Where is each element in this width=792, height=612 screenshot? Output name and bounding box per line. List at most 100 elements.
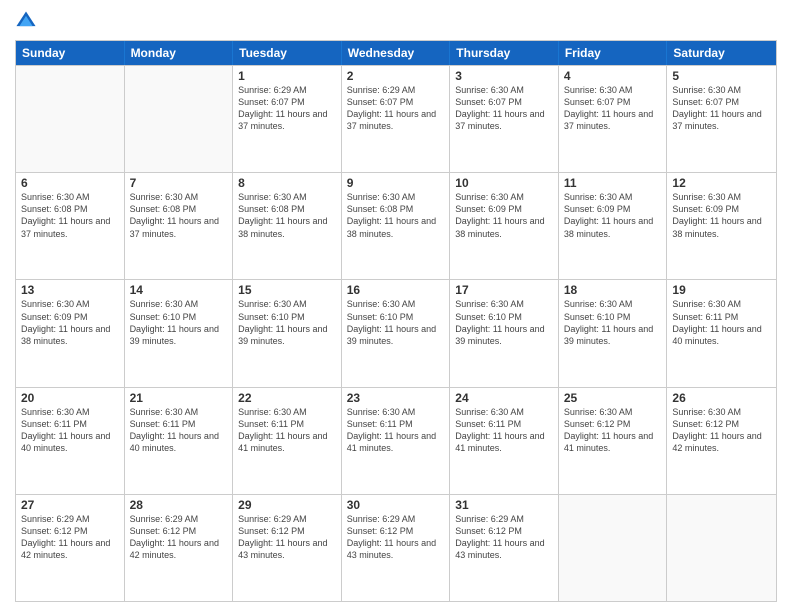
cell-info: Sunrise: 6:30 AM Sunset: 6:10 PM Dayligh… — [347, 298, 445, 347]
day-number: 28 — [130, 498, 228, 512]
calendar-cell — [125, 66, 234, 172]
day-of-week-header: Sunday — [16, 41, 125, 65]
calendar-cell: 1Sunrise: 6:29 AM Sunset: 6:07 PM Daylig… — [233, 66, 342, 172]
day-number: 12 — [672, 176, 771, 190]
calendar-cell: 12Sunrise: 6:30 AM Sunset: 6:09 PM Dayli… — [667, 173, 776, 279]
day-of-week-header: Tuesday — [233, 41, 342, 65]
cell-info: Sunrise: 6:30 AM Sunset: 6:11 PM Dayligh… — [130, 406, 228, 455]
day-number: 29 — [238, 498, 336, 512]
day-number: 16 — [347, 283, 445, 297]
calendar-cell: 8Sunrise: 6:30 AM Sunset: 6:08 PM Daylig… — [233, 173, 342, 279]
day-number: 23 — [347, 391, 445, 405]
day-number: 15 — [238, 283, 336, 297]
day-number: 8 — [238, 176, 336, 190]
calendar-week-row: 1Sunrise: 6:29 AM Sunset: 6:07 PM Daylig… — [16, 65, 776, 172]
calendar-cell: 14Sunrise: 6:30 AM Sunset: 6:10 PM Dayli… — [125, 280, 234, 386]
calendar-cell — [559, 495, 668, 601]
cell-info: Sunrise: 6:30 AM Sunset: 6:09 PM Dayligh… — [21, 298, 119, 347]
day-number: 25 — [564, 391, 662, 405]
calendar-cell: 29Sunrise: 6:29 AM Sunset: 6:12 PM Dayli… — [233, 495, 342, 601]
calendar: SundayMondayTuesdayWednesdayThursdayFrid… — [15, 40, 777, 602]
day-number: 30 — [347, 498, 445, 512]
cell-info: Sunrise: 6:30 AM Sunset: 6:12 PM Dayligh… — [672, 406, 771, 455]
calendar-cell: 2Sunrise: 6:29 AM Sunset: 6:07 PM Daylig… — [342, 66, 451, 172]
day-number: 21 — [130, 391, 228, 405]
cell-info: Sunrise: 6:29 AM Sunset: 6:12 PM Dayligh… — [347, 513, 445, 562]
calendar-cell: 16Sunrise: 6:30 AM Sunset: 6:10 PM Dayli… — [342, 280, 451, 386]
calendar-week-row: 6Sunrise: 6:30 AM Sunset: 6:08 PM Daylig… — [16, 172, 776, 279]
cell-info: Sunrise: 6:30 AM Sunset: 6:11 PM Dayligh… — [672, 298, 771, 347]
day-number: 5 — [672, 69, 771, 83]
calendar-cell: 5Sunrise: 6:30 AM Sunset: 6:07 PM Daylig… — [667, 66, 776, 172]
day-of-week-header: Saturday — [667, 41, 776, 65]
calendar-cell: 4Sunrise: 6:30 AM Sunset: 6:07 PM Daylig… — [559, 66, 668, 172]
calendar-week-row: 27Sunrise: 6:29 AM Sunset: 6:12 PM Dayli… — [16, 494, 776, 601]
cell-info: Sunrise: 6:30 AM Sunset: 6:11 PM Dayligh… — [238, 406, 336, 455]
cell-info: Sunrise: 6:30 AM Sunset: 6:10 PM Dayligh… — [564, 298, 662, 347]
calendar-cell: 31Sunrise: 6:29 AM Sunset: 6:12 PM Dayli… — [450, 495, 559, 601]
calendar-cell: 6Sunrise: 6:30 AM Sunset: 6:08 PM Daylig… — [16, 173, 125, 279]
calendar-cell: 24Sunrise: 6:30 AM Sunset: 6:11 PM Dayli… — [450, 388, 559, 494]
calendar-cell: 7Sunrise: 6:30 AM Sunset: 6:08 PM Daylig… — [125, 173, 234, 279]
calendar-week-row: 13Sunrise: 6:30 AM Sunset: 6:09 PM Dayli… — [16, 279, 776, 386]
cell-info: Sunrise: 6:29 AM Sunset: 6:07 PM Dayligh… — [238, 84, 336, 133]
cell-info: Sunrise: 6:29 AM Sunset: 6:12 PM Dayligh… — [21, 513, 119, 562]
calendar-cell — [16, 66, 125, 172]
calendar-cell: 11Sunrise: 6:30 AM Sunset: 6:09 PM Dayli… — [559, 173, 668, 279]
cell-info: Sunrise: 6:30 AM Sunset: 6:08 PM Dayligh… — [21, 191, 119, 240]
calendar-cell: 13Sunrise: 6:30 AM Sunset: 6:09 PM Dayli… — [16, 280, 125, 386]
cell-info: Sunrise: 6:30 AM Sunset: 6:10 PM Dayligh… — [238, 298, 336, 347]
calendar-cell: 22Sunrise: 6:30 AM Sunset: 6:11 PM Dayli… — [233, 388, 342, 494]
calendar-cell: 17Sunrise: 6:30 AM Sunset: 6:10 PM Dayli… — [450, 280, 559, 386]
day-number: 24 — [455, 391, 553, 405]
calendar-cell: 23Sunrise: 6:30 AM Sunset: 6:11 PM Dayli… — [342, 388, 451, 494]
cell-info: Sunrise: 6:29 AM Sunset: 6:12 PM Dayligh… — [238, 513, 336, 562]
calendar-cell: 15Sunrise: 6:30 AM Sunset: 6:10 PM Dayli… — [233, 280, 342, 386]
day-number: 4 — [564, 69, 662, 83]
calendar-week-row: 20Sunrise: 6:30 AM Sunset: 6:11 PM Dayli… — [16, 387, 776, 494]
cell-info: Sunrise: 6:30 AM Sunset: 6:09 PM Dayligh… — [564, 191, 662, 240]
logo-icon — [15, 10, 37, 32]
calendar-cell: 27Sunrise: 6:29 AM Sunset: 6:12 PM Dayli… — [16, 495, 125, 601]
calendar-cell: 10Sunrise: 6:30 AM Sunset: 6:09 PM Dayli… — [450, 173, 559, 279]
day-number: 6 — [21, 176, 119, 190]
day-number: 17 — [455, 283, 553, 297]
day-number: 18 — [564, 283, 662, 297]
cell-info: Sunrise: 6:29 AM Sunset: 6:07 PM Dayligh… — [347, 84, 445, 133]
calendar-body: 1Sunrise: 6:29 AM Sunset: 6:07 PM Daylig… — [16, 65, 776, 601]
day-number: 7 — [130, 176, 228, 190]
calendar-cell: 18Sunrise: 6:30 AM Sunset: 6:10 PM Dayli… — [559, 280, 668, 386]
header — [15, 10, 777, 32]
day-number: 27 — [21, 498, 119, 512]
day-of-week-header: Friday — [559, 41, 668, 65]
page: SundayMondayTuesdayWednesdayThursdayFrid… — [0, 0, 792, 612]
calendar-cell: 25Sunrise: 6:30 AM Sunset: 6:12 PM Dayli… — [559, 388, 668, 494]
day-of-week-header: Monday — [125, 41, 234, 65]
day-number: 13 — [21, 283, 119, 297]
calendar-cell: 19Sunrise: 6:30 AM Sunset: 6:11 PM Dayli… — [667, 280, 776, 386]
cell-info: Sunrise: 6:30 AM Sunset: 6:08 PM Dayligh… — [238, 191, 336, 240]
day-number: 1 — [238, 69, 336, 83]
calendar-header: SundayMondayTuesdayWednesdayThursdayFrid… — [16, 41, 776, 65]
day-of-week-header: Wednesday — [342, 41, 451, 65]
day-number: 10 — [455, 176, 553, 190]
logo — [15, 10, 41, 32]
day-number: 19 — [672, 283, 771, 297]
day-number: 9 — [347, 176, 445, 190]
calendar-cell — [667, 495, 776, 601]
day-number: 14 — [130, 283, 228, 297]
cell-info: Sunrise: 6:30 AM Sunset: 6:10 PM Dayligh… — [130, 298, 228, 347]
day-number: 11 — [564, 176, 662, 190]
day-number: 22 — [238, 391, 336, 405]
cell-info: Sunrise: 6:29 AM Sunset: 6:12 PM Dayligh… — [455, 513, 553, 562]
cell-info: Sunrise: 6:30 AM Sunset: 6:07 PM Dayligh… — [564, 84, 662, 133]
day-number: 3 — [455, 69, 553, 83]
cell-info: Sunrise: 6:29 AM Sunset: 6:12 PM Dayligh… — [130, 513, 228, 562]
cell-info: Sunrise: 6:30 AM Sunset: 6:11 PM Dayligh… — [455, 406, 553, 455]
day-of-week-header: Thursday — [450, 41, 559, 65]
day-number: 26 — [672, 391, 771, 405]
cell-info: Sunrise: 6:30 AM Sunset: 6:09 PM Dayligh… — [455, 191, 553, 240]
day-number: 31 — [455, 498, 553, 512]
calendar-cell: 26Sunrise: 6:30 AM Sunset: 6:12 PM Dayli… — [667, 388, 776, 494]
calendar-cell: 9Sunrise: 6:30 AM Sunset: 6:08 PM Daylig… — [342, 173, 451, 279]
